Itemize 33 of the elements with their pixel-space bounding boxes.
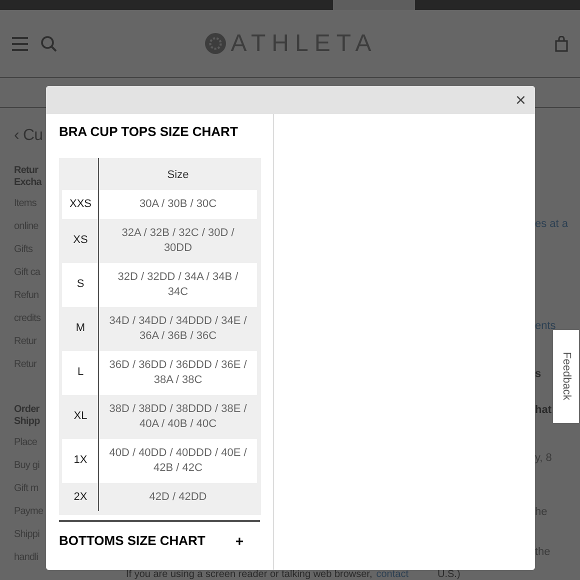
size-label: M: [74, 321, 86, 336]
cup-sizes: 32A / 32B / 32C / 30D / 30DD: [120, 226, 236, 256]
cup-sizes: 40D / 40DD / 40DDD / 40E / 42B / 42C: [108, 446, 248, 476]
size-label: S: [76, 277, 86, 292]
cup-sizes: 38D / 38DD / 38DDD / 38E / 40A / 40B / 40C: [108, 402, 248, 432]
help-link[interactable]: ents: [535, 318, 556, 334]
size-label: XXS: [68, 196, 92, 212]
footer-text: If you are using a screen reader or talking web browser,: [126, 570, 372, 580]
menu-icon[interactable]: [12, 36, 28, 50]
search-icon[interactable]: [41, 36, 57, 52]
column-header: Size: [166, 168, 190, 183]
size-label: L: [76, 365, 85, 380]
help-link[interactable]: es at a: [535, 216, 568, 232]
logo-icon: [204, 33, 226, 54]
section-title[interactable]: BOTTOMS SIZE CHART: [59, 531, 206, 551]
close-button[interactable]: ×: [515, 91, 526, 109]
cup-sizes: 34D / 34DD / 34DDD / 34E / 36A / 36B / 36C: [108, 314, 248, 344]
help-text: hat: [535, 403, 552, 418]
cup-sizes: 36D / 36DD / 36DDD / 36E / 38A / 38C: [108, 358, 248, 388]
cup-sizes: 30A / 30B / 30C: [138, 196, 218, 212]
footer-text: U.S.): [438, 570, 460, 580]
cup-sizes: 32D / 32DD / 34A / 34B / 34C: [116, 270, 240, 300]
size-label: XS: [72, 233, 89, 248]
contact-link[interactable]: contact: [376, 570, 408, 580]
feedback-tab[interactable]: Feedback: [553, 330, 579, 423]
size-label: 2X: [72, 490, 88, 505]
chart-title: BRA CUP TOPS SIZE CHART: [59, 123, 239, 141]
expand-toggle[interactable]: +: [235, 530, 244, 552]
size-label: XL: [72, 409, 88, 424]
shopping-bag-icon[interactable]: [555, 36, 568, 52]
cup-sizes: 42D / 42DD: [148, 490, 208, 504]
size-label: 1X: [72, 453, 88, 468]
help-text: s: [535, 367, 542, 382]
